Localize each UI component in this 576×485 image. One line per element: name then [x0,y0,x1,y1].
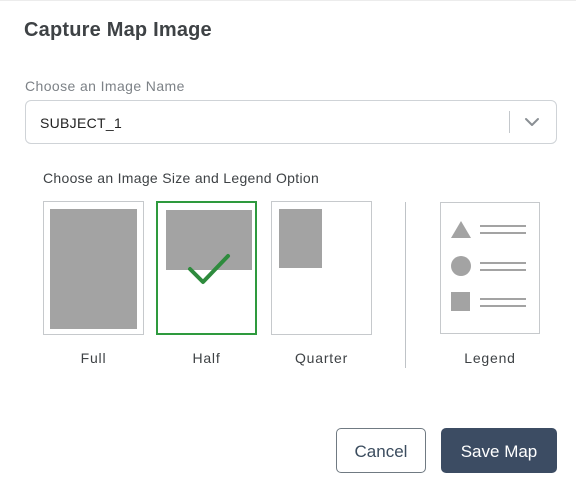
size-option-half-label: Half [192,350,221,366]
select-separator [509,111,510,133]
size-legend-label: Choose an Image Size and Legend Option [43,170,320,186]
save-map-button[interactable]: Save Map [441,428,557,473]
legend-option-label: Legend [464,350,516,366]
cancel-button[interactable]: Cancel [336,428,426,473]
chevron-down-icon[interactable] [523,115,541,129]
legend-option[interactable] [440,202,540,334]
checkmark-icon [188,254,230,284]
quarter-size-preview [279,209,322,268]
legend-preview [451,221,526,311]
image-name-label: Choose an Image Name [25,78,185,94]
image-name-select[interactable]: SUBJECT_1 [25,100,557,144]
capture-map-image-dialog: Capture Map Image Choose an Image Name S… [0,0,576,485]
circle-icon [451,256,471,276]
options-divider [405,202,406,368]
size-option-full-label: Full [80,350,107,366]
full-size-preview [50,209,137,329]
triangle-icon [451,221,471,238]
dialog-title: Capture Map Image [24,19,212,41]
size-option-quarter[interactable] [271,201,372,335]
size-option-half[interactable] [156,201,257,335]
image-name-value: SUBJECT_1 [40,115,123,131]
size-option-full[interactable] [43,201,144,335]
square-icon [451,292,470,311]
size-option-quarter-label: Quarter [294,350,349,366]
